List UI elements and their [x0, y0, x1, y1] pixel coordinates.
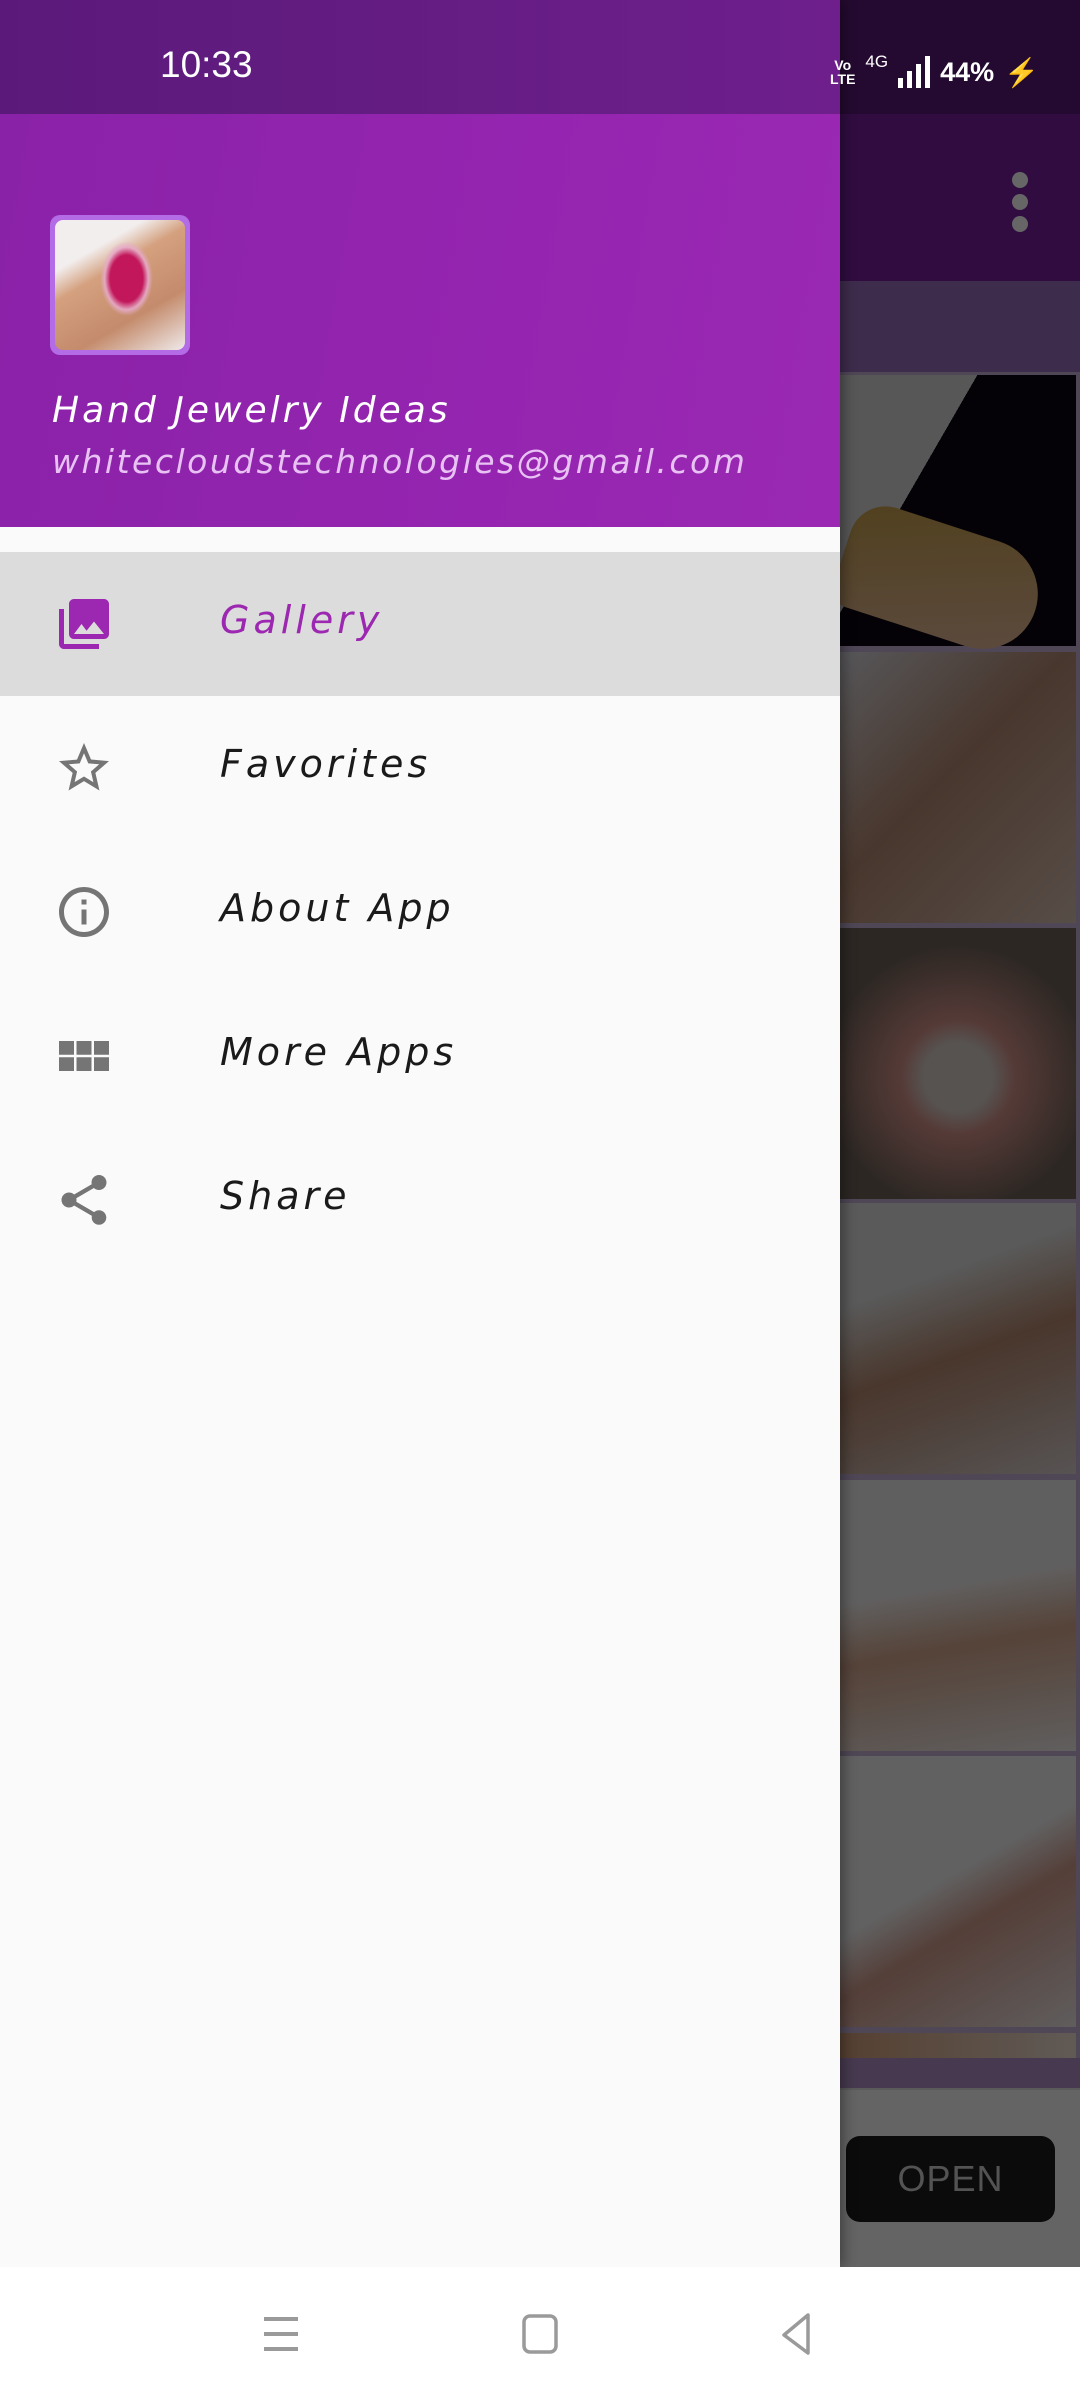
drawer-item-label: More Apps	[220, 1030, 458, 1074]
drawer-app-name: Hand Jewelry Ideas	[52, 390, 451, 431]
drawer-item-label: Share	[220, 1174, 351, 1218]
info-icon	[54, 882, 114, 942]
drawer-item-share[interactable]: Share	[0, 1128, 840, 1272]
home-icon[interactable]	[515, 2309, 565, 2359]
battery-percent: 44%	[940, 56, 995, 87]
drawer-item-about-app[interactable]: About App	[0, 840, 840, 984]
drawer-header: Hand Jewelry Ideas whitecloudstechnologi…	[0, 114, 840, 527]
status-bar: 10:33	[0, 0, 840, 114]
drawer-item-more-apps[interactable]: More Apps	[0, 984, 840, 1128]
drawer-menu: Gallery Favorites About App More Apps Sh…	[0, 552, 840, 1272]
system-nav-bar	[0, 2267, 1080, 2400]
drawer-item-label: Favorites	[220, 742, 432, 786]
network-type: 4G	[865, 52, 889, 71]
gallery-icon	[54, 594, 114, 654]
recents-icon[interactable]	[256, 2309, 306, 2359]
share-icon	[54, 1170, 114, 1230]
drawer-item-gallery[interactable]: Gallery	[0, 552, 840, 696]
drawer-item-label: Gallery	[220, 598, 384, 642]
status-time: 10:33	[160, 44, 253, 85]
drawer-item-label: About App	[220, 886, 455, 930]
star-icon	[54, 738, 114, 798]
status-icons: Vo LTE 4G 44% ⚡	[830, 52, 1039, 92]
back-icon[interactable]	[772, 2309, 822, 2359]
drawer-email: whitecloudstechnologies@gmail.com	[52, 442, 748, 481]
app-logo-avatar	[50, 215, 190, 355]
signal-bars-icon	[898, 56, 931, 88]
charging-bolt-icon: ⚡	[1004, 56, 1040, 88]
navigation-drawer: 10:33 Hand Jewelry Ideas whitecloudstech…	[0, 0, 840, 2267]
apps-grid-icon	[54, 1026, 114, 1086]
volte-icon: Vo LTE	[830, 57, 856, 87]
drawer-item-favorites[interactable]: Favorites	[0, 696, 840, 840]
